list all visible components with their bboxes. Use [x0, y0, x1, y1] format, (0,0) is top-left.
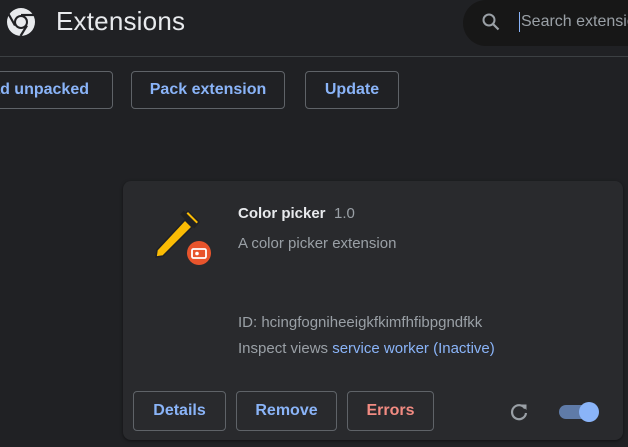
extensions-page: Extensions ad unpacked Pack extension Up…: [0, 0, 628, 447]
extension-id: ID: hcingfogniheeigkfkimfhfibpgndfkk: [238, 314, 483, 331]
unpacked-badge-icon: [187, 241, 211, 265]
search-icon: [482, 13, 500, 31]
toggle-knob: [579, 402, 599, 422]
enable-toggle[interactable]: [559, 402, 599, 422]
details-label: Details: [153, 402, 206, 419]
pack-extension-button[interactable]: Pack extension: [131, 71, 285, 109]
toolbar: ad unpacked Pack extension Update: [0, 57, 628, 137]
extension-version: 1.0: [334, 205, 355, 222]
service-worker-link[interactable]: service worker (Inactive): [332, 340, 495, 357]
errors-button[interactable]: Errors: [347, 391, 434, 431]
extension-card: Color picker 1.0 A color picker extensio…: [123, 181, 623, 440]
load-unpacked-label: ad unpacked: [0, 81, 89, 98]
eyedropper-icon: [155, 209, 211, 265]
reload-icon[interactable]: [508, 401, 530, 423]
header: Extensions: [0, 0, 628, 57]
inspect-views-label: Inspect views: [238, 340, 329, 357]
errors-label: Errors: [366, 402, 415, 419]
load-unpacked-button[interactable]: ad unpacked: [0, 71, 113, 109]
remove-button[interactable]: Remove: [236, 391, 337, 431]
update-label: Update: [324, 81, 380, 98]
search-input[interactable]: [519, 12, 628, 32]
page-title: Extensions: [56, 6, 186, 36]
remove-label: Remove: [255, 402, 318, 419]
update-button[interactable]: Update: [305, 71, 399, 109]
details-button[interactable]: Details: [133, 391, 226, 431]
extension-description: A color picker extension: [238, 235, 397, 252]
card-footer: Details Remove Errors: [123, 389, 623, 431]
chrome-logo-icon: [7, 8, 35, 37]
extension-name: Color picker: [238, 205, 326, 222]
inspect-views-row: Inspect views service worker (Inactive): [238, 340, 495, 357]
pack-extension-label: Pack extension: [149, 81, 267, 98]
search-box[interactable]: [463, 0, 628, 46]
